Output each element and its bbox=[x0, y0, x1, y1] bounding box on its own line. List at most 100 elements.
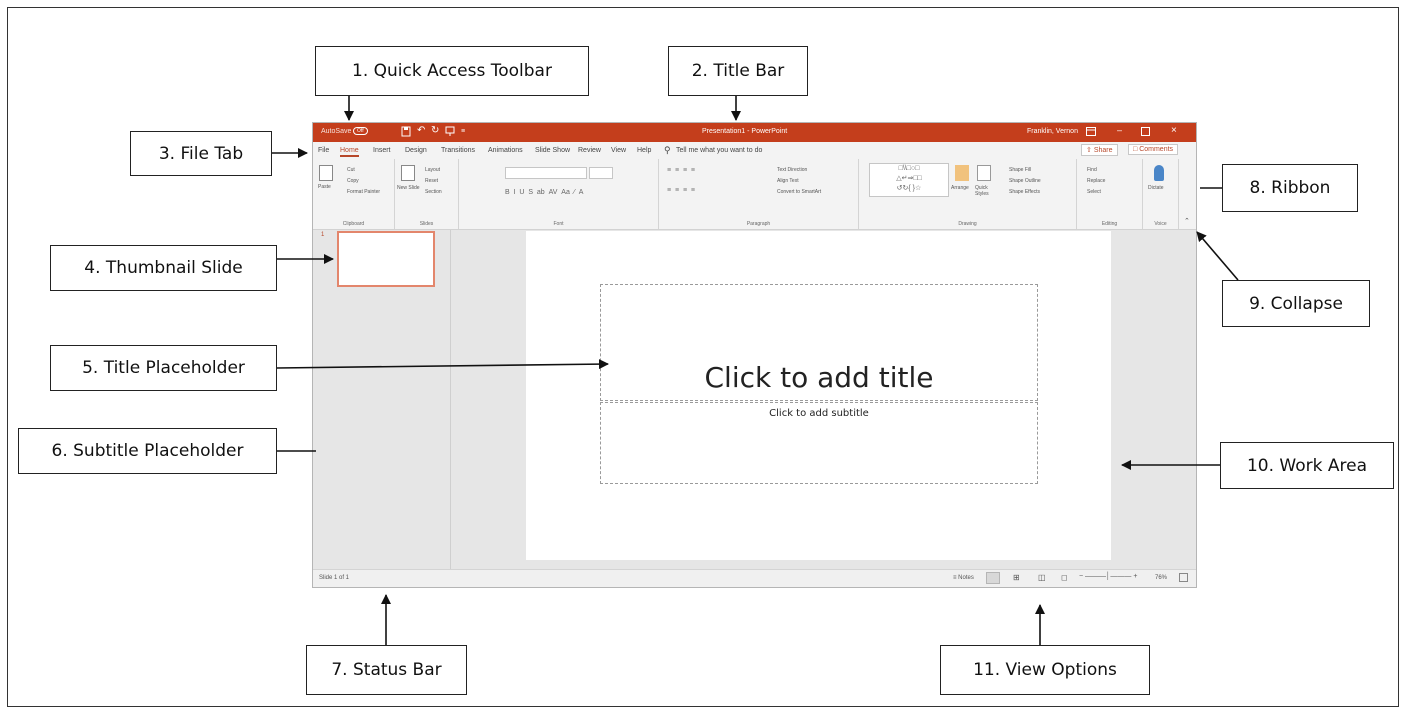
tab-home[interactable]: Home bbox=[340, 147, 359, 157]
callout-status-bar: 7. Status Bar bbox=[306, 645, 467, 695]
clipboard-label: Clipboard bbox=[342, 221, 365, 227]
fit-to-window-icon[interactable] bbox=[1179, 573, 1188, 582]
work-area-slide[interactable]: Click to add title Click to add subtitle bbox=[526, 231, 1111, 560]
ribbon: Paste Cut Copy Format Painter Clipboard … bbox=[313, 159, 1196, 230]
layout-button[interactable]: Layout bbox=[425, 167, 440, 173]
slide-count: Slide 1 of 1 bbox=[319, 575, 350, 581]
text-direction-button[interactable]: Text Direction bbox=[777, 167, 807, 173]
arrange-button[interactable]: Arrange bbox=[951, 185, 969, 191]
comments-button[interactable]: □ Comments bbox=[1128, 144, 1179, 155]
tab-view[interactable]: View bbox=[611, 147, 626, 154]
subtitle-placeholder[interactable]: Click to add subtitle bbox=[600, 402, 1038, 484]
cut-button[interactable]: Cut bbox=[347, 167, 355, 173]
notes-button[interactable]: ≡ Notes bbox=[953, 575, 974, 581]
powerpoint-window: AutoSave Off ↶ ↻ ≡ Presentation1 - Power… bbox=[313, 123, 1196, 587]
slide-thumbnail[interactable] bbox=[337, 231, 435, 287]
tab-design[interactable]: Design bbox=[405, 147, 427, 154]
document-title: Presentation1 - PowerPoint bbox=[702, 128, 788, 135]
select-button[interactable]: Select bbox=[1087, 189, 1101, 195]
replace-button[interactable]: Replace bbox=[1087, 178, 1105, 184]
share-label: Share bbox=[1093, 147, 1113, 154]
tab-help[interactable]: Help bbox=[637, 147, 651, 154]
voice-group: Dictate Voice bbox=[1143, 159, 1179, 229]
slide-sorter-icon[interactable]: ⊞ bbox=[1013, 573, 1020, 582]
notes-label: Notes bbox=[958, 575, 974, 581]
microphone-icon[interactable] bbox=[1154, 165, 1164, 181]
tab-review[interactable]: Review bbox=[578, 147, 601, 154]
minimize-icon[interactable]: – bbox=[1117, 125, 1122, 135]
arrange-icon[interactable] bbox=[955, 165, 969, 181]
user-name[interactable]: Franklin, Vernon bbox=[1027, 128, 1078, 135]
paragraph-label: Paragraph bbox=[746, 221, 771, 227]
slideshow-view-icon[interactable]: ◻ bbox=[1061, 573, 1068, 582]
customize-toolbar-icon[interactable]: ≡ bbox=[461, 128, 465, 135]
clipboard-group: Paste Cut Copy Format Painter Clipboard bbox=[313, 159, 395, 229]
title-bar: AutoSave Off ↶ ↻ ≡ Presentation1 - Power… bbox=[313, 123, 1196, 142]
maximize-icon[interactable] bbox=[1141, 127, 1150, 138]
tab-animations[interactable]: Animations bbox=[488, 147, 523, 154]
search-icon[interactable]: ⚲ bbox=[664, 145, 671, 156]
normal-view-icon[interactable] bbox=[986, 572, 1000, 584]
zoom-slider[interactable]: − ———│——— + bbox=[1079, 573, 1137, 580]
save-icon[interactable] bbox=[401, 126, 411, 139]
voice-label: Voice bbox=[1154, 221, 1167, 227]
subtitle-placeholder-text: Click to add subtitle bbox=[769, 408, 869, 419]
undo-icon[interactable]: ↶ bbox=[417, 125, 425, 136]
ribbon-tabs: File Home Insert Design Transitions Anim… bbox=[313, 142, 1196, 159]
drawing-group: □\\□○□ △↵⇒□□ ↺↻{ }☆ Arrange Quick Styles S… bbox=[859, 159, 1077, 229]
callout-collapse: 9. Collapse bbox=[1222, 280, 1370, 327]
tab-file[interactable]: File bbox=[318, 147, 329, 154]
title-placeholder-text: Click to add title bbox=[704, 361, 934, 394]
font-name-input[interactable] bbox=[505, 167, 587, 179]
slides-group: New Slide Layout Reset Section Slides bbox=[395, 159, 459, 229]
ribbon-display-options-icon[interactable] bbox=[1086, 127, 1096, 138]
tab-transitions[interactable]: Transitions bbox=[441, 147, 475, 154]
callout-subtitle-placeholder: 6. Subtitle Placeholder bbox=[18, 428, 277, 474]
align-icons[interactable]: ≡ ≡ ≡ ≡ bbox=[667, 187, 695, 194]
tell-me-input[interactable]: Tell me what you want to do bbox=[676, 147, 762, 154]
new-slide-button[interactable]: New Slide bbox=[397, 185, 420, 191]
autosave-toggle[interactable]: Off bbox=[353, 127, 368, 135]
callout-ribbon: 8. Ribbon bbox=[1222, 164, 1358, 212]
quick-styles-icon[interactable] bbox=[977, 165, 991, 181]
format-painter-button[interactable]: Format Painter bbox=[347, 189, 380, 195]
close-icon[interactable]: × bbox=[1171, 125, 1177, 136]
align-text-button[interactable]: Align Text bbox=[777, 178, 799, 184]
zoom-level[interactable]: 76% bbox=[1155, 575, 1167, 581]
paste-icon[interactable] bbox=[319, 165, 333, 181]
autosave-label: AutoSave bbox=[321, 128, 352, 135]
shape-effects-button[interactable]: Shape Effects bbox=[1009, 189, 1040, 195]
start-slideshow-icon[interactable] bbox=[445, 126, 455, 138]
reset-button[interactable]: Reset bbox=[425, 178, 438, 184]
font-label: Font bbox=[553, 221, 564, 227]
new-slide-icon[interactable] bbox=[401, 165, 415, 181]
shape-outline-button[interactable]: Shape Outline bbox=[1009, 178, 1041, 184]
paragraph-group: ≡ ≡ ≡ ≡ ≡ ≡ ≡ ≡ Text Direction Align Tex… bbox=[659, 159, 859, 229]
redo-icon[interactable]: ↻ bbox=[431, 125, 439, 136]
collapse-ribbon-icon[interactable]: ⌃ bbox=[1184, 217, 1190, 225]
title-placeholder[interactable]: Click to add title bbox=[600, 284, 1038, 401]
status-bar: Slide 1 of 1 ≡ Notes ⊞ ◫ ◻ − ———│——— + 7… bbox=[313, 569, 1196, 587]
tab-slide-show[interactable]: Slide Show bbox=[535, 147, 570, 154]
thumbnail-number: 1 bbox=[321, 232, 325, 238]
quick-styles-button[interactable]: Quick Styles bbox=[975, 185, 993, 197]
tab-insert[interactable]: Insert bbox=[373, 147, 391, 154]
drawing-label: Drawing bbox=[958, 221, 977, 227]
list-icons[interactable]: ≡ ≡ ≡ ≡ bbox=[667, 167, 695, 174]
share-button[interactable]: ⇧ Share bbox=[1081, 144, 1118, 156]
editing-label: Editing bbox=[1101, 221, 1118, 227]
copy-button[interactable]: Copy bbox=[347, 178, 359, 184]
shape-fill-button[interactable]: Shape Fill bbox=[1009, 167, 1031, 173]
font-size-input[interactable] bbox=[589, 167, 613, 179]
slides-label: Slides bbox=[419, 221, 434, 227]
reading-view-icon[interactable]: ◫ bbox=[1038, 573, 1046, 582]
font-group: B I U S ab AV Aa ⁄ A Font bbox=[459, 159, 659, 229]
convert-smartart-button[interactable]: Convert to SmartArt bbox=[777, 189, 821, 195]
shapes-gallery[interactable]: □\\□○□ △↵⇒□□ ↺↻{ }☆ bbox=[869, 163, 949, 197]
section-button[interactable]: Section bbox=[425, 189, 442, 195]
callout-view-options: 11. View Options bbox=[940, 645, 1150, 695]
dictate-button[interactable]: Dictate bbox=[1148, 185, 1164, 191]
paste-button[interactable]: Paste bbox=[318, 184, 331, 190]
find-button[interactable]: Find bbox=[1087, 167, 1097, 173]
font-format-icons[interactable]: B I U S ab AV Aa ⁄ A bbox=[505, 189, 583, 196]
